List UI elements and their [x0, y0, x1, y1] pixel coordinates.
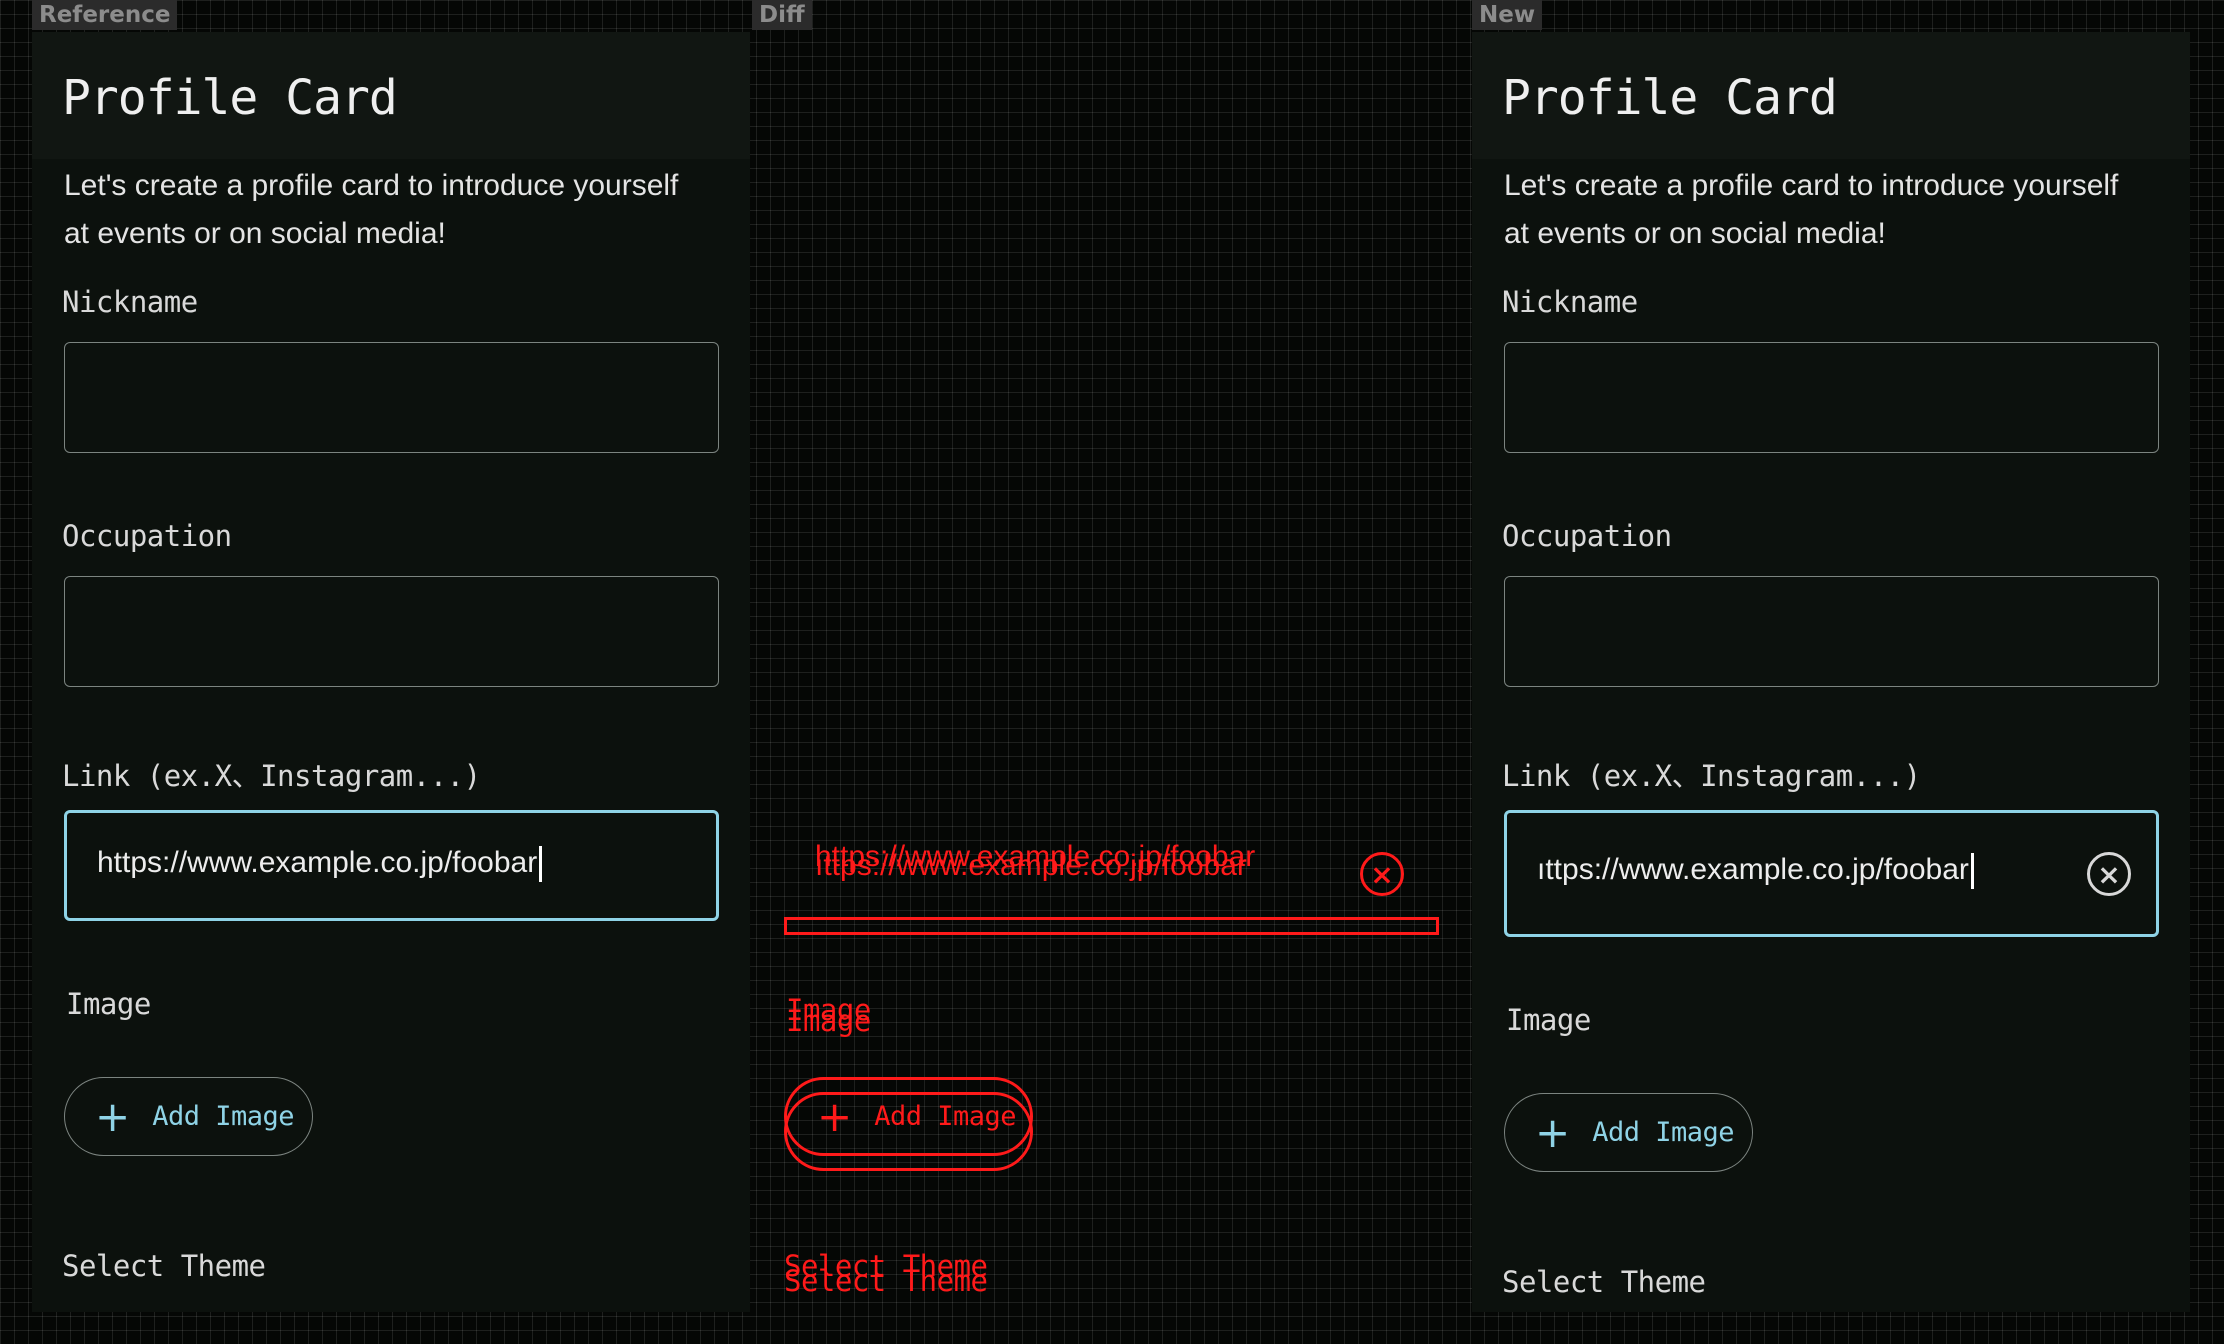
diff-link-value-b: ıttps://www.example.co.jp/foobar	[815, 849, 1247, 882]
tag-diff: Diff	[752, 0, 812, 30]
theme-label: Select Theme	[62, 1249, 266, 1283]
link-input-value: ıttps://www.example.co.jp/foobar	[1537, 853, 2077, 890]
occupation-label: Occupation	[62, 519, 232, 553]
page-title: Profile Card	[62, 70, 398, 126]
link-input-value: https://www.example.co.jp/foobar	[97, 846, 543, 883]
diff-theme-label-b: Select Theme	[784, 1264, 988, 1298]
image-label: Image	[66, 987, 151, 1021]
add-image-label: Add Image	[1592, 1117, 1735, 1148]
plus-icon: +	[1535, 1107, 1571, 1157]
add-image-button[interactable]: + Add Image	[64, 1077, 313, 1156]
link-input[interactable]: https://www.example.co.jp/foobar	[64, 810, 719, 921]
tag-new: New	[1472, 0, 1543, 30]
diff-panel: https://www.example.co.jp/foobar ıttps:/…	[752, 32, 1470, 1312]
intro-text: Let's create a profile card to introduce…	[64, 169, 679, 250]
link-label: Link (ex.X、Instagram...)	[1502, 759, 1921, 793]
occupation-input[interactable]	[64, 576, 719, 687]
image-label: Image	[1506, 1003, 1591, 1037]
occupation-label: Occupation	[1502, 519, 1672, 553]
add-image-button[interactable]: + Add Image	[1504, 1093, 1753, 1172]
link-input[interactable]: ıttps://www.example.co.jp/foobar ×	[1504, 810, 2159, 937]
diff-field-edge	[784, 917, 1439, 935]
text-caret	[1970, 853, 1974, 890]
reference-panel: Profile Card Let's create a profile card…	[32, 32, 750, 1312]
plus-icon: +	[95, 1091, 131, 1141]
text-caret	[539, 846, 543, 883]
diff-add-image-button-b	[784, 1092, 1033, 1171]
diff-image-label-b: Image	[786, 1004, 871, 1038]
link-label: Link (ex.X、Instagram...)	[62, 759, 481, 793]
tag-reference: Reference	[32, 0, 178, 30]
diff-clear-icon: ×	[1360, 852, 1404, 896]
theme-label: Select Theme	[1502, 1265, 1706, 1299]
clear-input-button[interactable]: ×	[2087, 852, 2131, 896]
nickname-label: Nickname	[1502, 285, 1638, 319]
nickname-input[interactable]	[1504, 342, 2159, 453]
new-panel: Profile Card Let's create a profile card…	[1472, 32, 2190, 1312]
page-title: Profile Card	[1502, 70, 1838, 126]
add-image-label: Add Image	[152, 1101, 295, 1132]
clear-icon: ×	[2097, 857, 2121, 891]
nickname-input[interactable]	[64, 342, 719, 453]
nickname-label: Nickname	[62, 285, 198, 319]
intro-text: Let's create a profile card to introduce…	[1504, 169, 2119, 250]
occupation-input[interactable]	[1504, 576, 2159, 687]
